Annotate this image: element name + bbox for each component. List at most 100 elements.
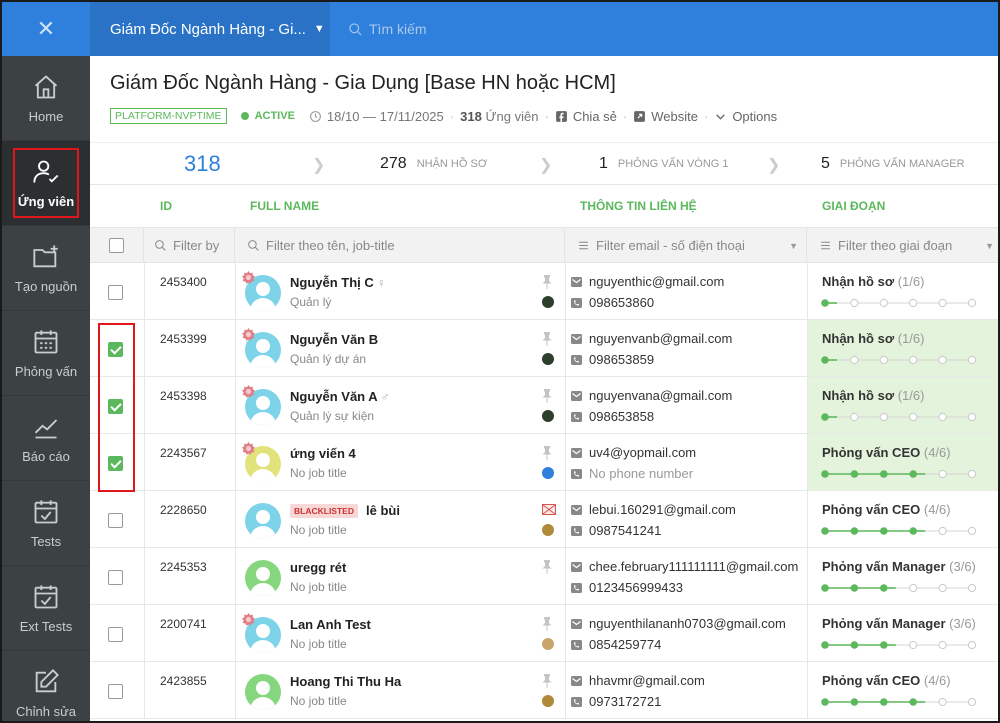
stage-label: Phỏng vấn Manager — [822, 559, 946, 574]
row-checkbox[interactable] — [108, 285, 123, 300]
table-row[interactable]: 2453398 Nguyễn Văn A ♂ Quản lý sự kiện nguye… — [90, 377, 998, 434]
gender-icon: ♀ — [376, 275, 386, 290]
table-row[interactable]: 2243567 ứng viến 4 No job title uv4@yopmail… — [90, 434, 998, 491]
column-header-full-name[interactable]: FULL NAME — [250, 185, 319, 227]
table-row[interactable]: 2453399 Nguyễn Văn B Quản lý dự án nguyenva… — [90, 320, 998, 377]
sidebar-item-edit[interactable]: Chỉnh sửa — [2, 651, 90, 721]
filter-id-input[interactable]: Filter by — [144, 228, 235, 263]
stat-label: PHỎNG VẤN VÒNG 1 — [617, 158, 729, 170]
candidate-phone[interactable]: No phone number — [589, 466, 693, 481]
candidate-stage[interactable]: Phỏng vấn Manager (3/6) — [822, 616, 976, 631]
column-header-contact[interactable]: THÔNG TIN LIÊN HỆ — [580, 185, 697, 227]
phone-icon — [571, 298, 582, 308]
table-row[interactable]: 2200741 Lan Anh Test No job title nguyenthi… — [90, 605, 998, 662]
blocked-mail-icon[interactable] — [542, 504, 556, 515]
close-button[interactable]: ✕ — [2, 2, 90, 56]
candidate-stage[interactable]: Nhận hồ sơ (1/6) — [822, 331, 924, 346]
candidate-stage[interactable]: Phỏng vấn CEO (4/6) — [822, 502, 951, 517]
avatar[interactable] — [245, 503, 281, 539]
chevron-down-icon: ▼ — [985, 240, 994, 251]
row-checkbox[interactable] — [108, 513, 123, 528]
mail-icon — [571, 448, 582, 458]
candidate-email[interactable]: uv4@yopmail.com — [589, 445, 696, 460]
pin-icon[interactable] — [542, 275, 552, 289]
candidate-phone[interactable]: 0973172721 — [589, 694, 661, 709]
candidate-id: 2453398 — [160, 389, 207, 403]
row-checkbox[interactable] — [108, 684, 123, 699]
filter-contact-select[interactable]: Filter email - số điện thoại ▼ — [565, 228, 807, 263]
stat-step[interactable]: 1 PHỎNG VẤN VÒNG 1 — [599, 143, 729, 185]
column-divider — [807, 491, 808, 547]
column-header-stage[interactable]: GIAI ĐOẠN — [822, 185, 885, 227]
pin-icon[interactable] — [542, 389, 552, 403]
candidate-email[interactable]: lebui.160291@gmail.com — [589, 502, 736, 517]
candidate-phone[interactable]: 0987541241 — [589, 523, 661, 538]
candidate-stage[interactable]: Nhận hồ sơ (1/6) — [822, 274, 924, 289]
sidebar-item-tests[interactable]: Tests — [2, 481, 90, 566]
candidate-name[interactable]: Nguyễn Thị C ♀ — [290, 275, 386, 290]
candidate-name[interactable]: ứng viến 4 — [290, 446, 356, 461]
column-divider — [144, 548, 145, 604]
candidate-stage[interactable]: Phỏng vấn CEO (4/6) — [822, 445, 951, 460]
pin-icon[interactable] — [542, 560, 552, 574]
candidate-name[interactable]: Hoang Thi Thu Ha — [290, 674, 401, 689]
sidebar-item-interviews[interactable]: Phỏng vấn — [2, 311, 90, 396]
candidate-stage[interactable]: Phỏng vấn Manager (3/6) — [822, 559, 976, 574]
stat-step[interactable]: 5 PHỎNG VẤN MANAGER — [821, 143, 965, 185]
candidate-stage[interactable]: Nhận hồ sơ (1/6) — [822, 388, 924, 403]
candidate-name-text: Hoang Thi Thu Ha — [290, 674, 402, 689]
filter-name-input[interactable]: Filter theo tên, job-title — [235, 228, 565, 263]
candidate-email[interactable]: hhavmr@gmail.com — [589, 673, 705, 688]
sidebar-item-sourcing[interactable]: Tạo nguồn — [2, 226, 90, 311]
website-link[interactable]: Website — [633, 109, 698, 124]
sidebar-item-ext-tests[interactable]: Ext Tests — [2, 566, 90, 651]
candidate-phone[interactable]: 098653858 — [589, 409, 654, 424]
search-input[interactable]: Tìm kiếm — [348, 2, 427, 56]
candidate-email[interactable]: nguyenvanb@gmail.com — [589, 331, 732, 346]
column-divider — [144, 491, 145, 547]
candidate-stage[interactable]: Phỏng vấn CEO (4/6) — [822, 673, 951, 688]
candidate-name[interactable]: Nguyễn Văn B — [290, 332, 378, 347]
source-icon — [542, 467, 554, 479]
select-all-checkbox[interactable] — [109, 238, 124, 253]
candidate-phone[interactable]: 0123456999433 — [589, 580, 683, 595]
stage-fraction: (1/6) — [897, 331, 925, 346]
table-row[interactable]: 2245353 uregg rét No job title chee.februar… — [90, 548, 998, 605]
filter-stage-select[interactable]: Filter theo giai đoạn ▼ — [807, 228, 998, 263]
avatar[interactable] — [245, 560, 281, 596]
candidate-phone[interactable]: 098653859 — [589, 352, 654, 367]
stage-fraction: (3/6) — [949, 616, 976, 631]
pin-icon[interactable] — [542, 332, 552, 346]
candidate-email[interactable]: nguyenvana@gmail.com — [589, 388, 732, 403]
row-checkbox[interactable] — [108, 627, 123, 642]
job-selector[interactable]: Giám Đốc Ngành Hàng - Gi... ▼ — [90, 2, 330, 56]
pin-icon[interactable] — [542, 446, 552, 460]
table-row[interactable]: 2423855 Hoang Thi Thu Ha No job title hhavm… — [90, 662, 998, 719]
candidate-name[interactable]: uregg rét — [290, 560, 346, 575]
options-dropdown[interactable]: Options — [714, 109, 777, 124]
candidate-email[interactable]: nguyenthic@gmail.com — [589, 274, 724, 289]
pin-icon[interactable] — [542, 617, 552, 631]
column-header-id[interactable]: ID — [160, 185, 172, 227]
ext-test-icon — [34, 584, 58, 608]
table-row[interactable]: 2228650 BLACKLISTED lê bùi No job title lebu… — [90, 491, 998, 548]
candidate-name[interactable]: BLACKLISTED lê bùi — [290, 503, 400, 518]
candidate-id: 2423855 — [160, 674, 207, 688]
candidate-phone[interactable]: 098653860 — [589, 295, 654, 310]
share-link[interactable]: Chia sẻ — [555, 109, 617, 124]
stage-fraction: (1/6) — [897, 274, 925, 289]
candidate-name[interactable]: Nguyễn Văn A ♂ — [290, 389, 390, 404]
avatar[interactable] — [245, 674, 281, 710]
pin-icon[interactable] — [542, 674, 552, 688]
stat-number: 5 — [821, 155, 830, 172]
sidebar-item-reports[interactable]: Báo cáo — [2, 396, 90, 481]
stat-total[interactable]: 318 — [184, 143, 221, 185]
row-checkbox[interactable] — [108, 570, 123, 585]
candidate-email[interactable]: chee.february111111111@gmail.com — [589, 559, 798, 574]
candidate-phone[interactable]: 0854259774 — [589, 637, 661, 652]
stat-step[interactable]: 278 NHẬN HỒ SƠ — [380, 143, 487, 185]
table-row[interactable]: 2453400 Nguyễn Thị C ♀ Quản lý nguyenthic@gm… — [90, 263, 998, 320]
candidate-name[interactable]: Lan Anh Test — [290, 617, 371, 632]
sidebar-item-home[interactable]: Home — [2, 56, 90, 141]
candidate-email[interactable]: nguyenthilananh0703@gmail.com — [589, 616, 786, 631]
